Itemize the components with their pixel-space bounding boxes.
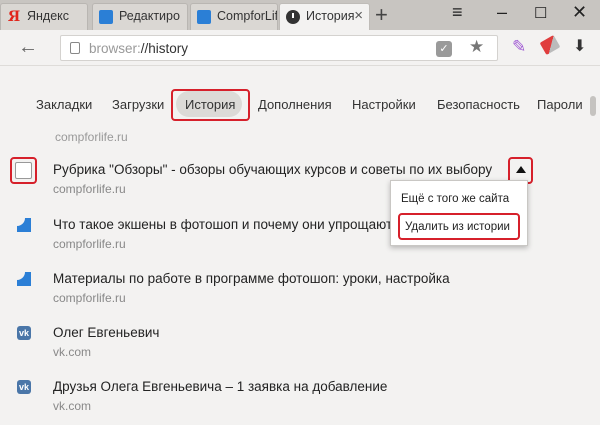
history-url: vk.com <box>53 345 92 359</box>
nav-security[interactable]: Безопасность <box>437 97 520 112</box>
compforlife-favicon <box>17 272 31 286</box>
url-path: //history <box>140 41 189 56</box>
tab-label: Яндекс <box>27 9 70 23</box>
compforlife-favicon <box>17 218 31 232</box>
highlight-delete-item <box>398 213 520 240</box>
close-tab-icon[interactable]: × <box>354 7 363 24</box>
history-row[interactable]: vk Друзья Олега Евгеньевича – 1 заявка н… <box>0 372 590 422</box>
protect-icon[interactable]: ✓ <box>436 41 452 57</box>
bookmark-star-icon[interactable]: ★ <box>469 37 484 57</box>
history-url: compforlife.ru <box>53 291 126 305</box>
tab-label: Редактиро <box>119 9 180 23</box>
url-scheme: browser: <box>89 41 141 56</box>
scrollbar[interactable] <box>590 96 596 116</box>
highlight-history-tab <box>171 89 250 121</box>
history-url: compforlife.ru <box>53 182 126 196</box>
history-title[interactable]: Друзья Олега Евгеньевича – 1 заявка на д… <box>53 379 387 394</box>
nav-settings[interactable]: Настройки <box>352 97 416 112</box>
tab-bar: Я Яндекс Редактиро CompforLif История × … <box>0 0 600 30</box>
menu-item-more-from-site[interactable]: Ещё с того же сайта <box>401 193 509 205</box>
pen-extension-icon[interactable]: ✎ <box>512 37 526 57</box>
cut-url: compforlife.ru <box>55 130 128 144</box>
vk-icon: vk <box>17 380 31 394</box>
tab-history[interactable]: История × <box>279 3 370 30</box>
settings-nav: Закладки Загрузки История Дополнения Нас… <box>0 88 600 122</box>
menu-icon[interactable]: ≡ <box>452 2 463 23</box>
download-icon[interactable]: ⬇ <box>573 36 586 56</box>
tab-label: История <box>306 9 355 23</box>
vk-icon: vk <box>17 326 31 340</box>
back-arrow-icon[interactable]: ← <box>18 36 38 59</box>
url-text: browser://history <box>89 41 188 56</box>
nav-bookmarks[interactable]: Закладки <box>36 97 92 112</box>
minimize-icon[interactable]: – <box>497 2 507 23</box>
compforlife-favicon <box>99 10 113 24</box>
highlight-checkbox <box>10 157 37 184</box>
nav-extensions[interactable]: Дополнения <box>258 97 332 112</box>
eraser-extension-icon[interactable] <box>539 34 561 56</box>
history-url: vk.com <box>53 399 92 413</box>
tab-compforlife[interactable]: CompforLif <box>190 3 278 30</box>
nav-passwords[interactable]: Пароли <box>537 97 583 112</box>
history-row[interactable]: Материалы по работе в программе фотошоп:… <box>0 264 590 314</box>
history-title[interactable]: Олег Евгеньевич <box>53 325 159 340</box>
history-title[interactable]: Материалы по работе в программе фотошоп:… <box>53 271 450 286</box>
maximize-icon[interactable]: ☐ <box>534 4 547 22</box>
address-bar: ← browser://history ✓ ★ ✎ ⬇ <box>0 30 600 66</box>
tab-yandex[interactable]: Я Яндекс <box>0 3 88 30</box>
history-title[interactable]: Рубрика "Обзоры" - обзоры обучающих курс… <box>53 162 492 177</box>
close-window-icon[interactable]: ✕ <box>572 2 587 23</box>
tab-label: CompforLif <box>217 9 278 23</box>
page-icon <box>70 42 80 54</box>
history-row[interactable]: vk Олег Евгеньевич vk.com <box>0 318 590 368</box>
yandex-icon: Я <box>7 9 21 25</box>
tab-editor[interactable]: Редактиро <box>92 3 188 30</box>
history-clock-icon <box>286 10 300 24</box>
history-url: compforlife.ru <box>53 237 126 251</box>
nav-downloads[interactable]: Загрузки <box>112 97 164 112</box>
url-field[interactable]: browser://history ✓ ★ <box>60 35 498 61</box>
compforlife-favicon <box>197 10 211 24</box>
new-tab-icon[interactable]: + <box>375 2 388 28</box>
